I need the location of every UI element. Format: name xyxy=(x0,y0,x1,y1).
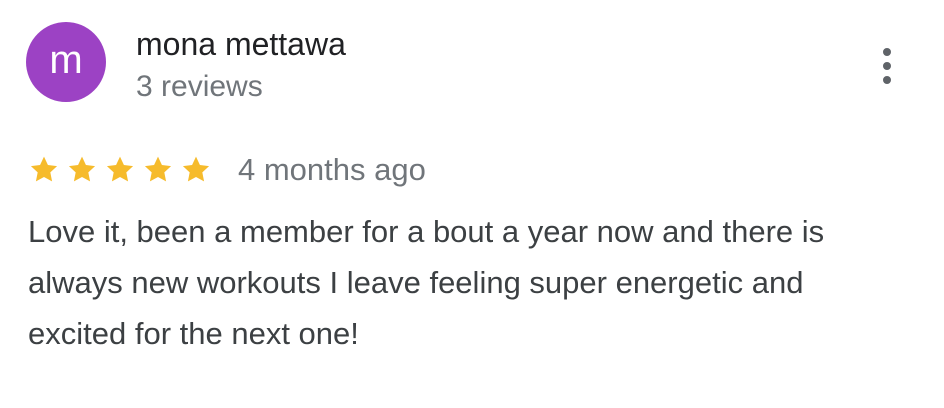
more-vert-icon xyxy=(883,48,891,84)
avatar-initial: m xyxy=(49,38,83,82)
rating-row: 4 months ago xyxy=(28,150,426,190)
star-rating xyxy=(28,154,218,186)
review-card: m mona mettawa 3 reviews 4 months ago Lo… xyxy=(0,0,944,408)
review-text: Love it, been a member for a bout a year… xyxy=(28,214,825,351)
star-icon xyxy=(30,156,58,182)
reviewer-name[interactable]: mona mettawa xyxy=(136,26,346,63)
review-count[interactable]: 3 reviews xyxy=(136,70,263,104)
more-options-button[interactable] xyxy=(870,44,904,88)
star-icon xyxy=(68,156,96,182)
review-date: 4 months ago xyxy=(238,152,426,187)
avatar[interactable]: m xyxy=(26,22,106,102)
star-icon xyxy=(182,156,210,182)
star-icon xyxy=(106,156,134,182)
star-icon xyxy=(144,156,172,182)
